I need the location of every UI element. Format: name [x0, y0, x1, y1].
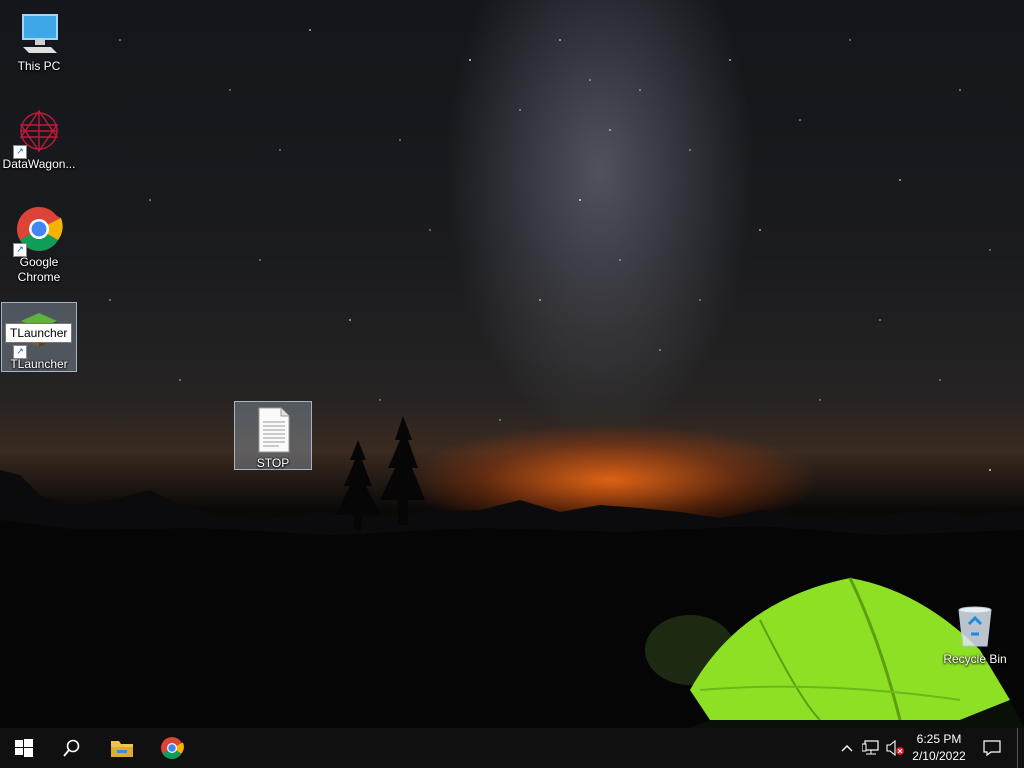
tooltip: TLauncher	[5, 323, 73, 343]
chevron-up-icon	[841, 745, 853, 752]
clock-date: 2/10/2022	[912, 749, 966, 763]
desktop-icon-datawagon[interactable]: ↗ DataWagon...	[1, 103, 77, 173]
volume-button[interactable]	[884, 728, 906, 768]
icon-label: STOP	[256, 456, 290, 470]
clock-time: 6:25 PM	[916, 732, 962, 746]
shortcut-arrow-icon: ↗	[13, 345, 27, 359]
network-button[interactable]	[860, 728, 882, 768]
search-button[interactable]	[48, 728, 96, 768]
shortcut-arrow-icon: ↗	[13, 145, 27, 159]
desktop-wallpaper[interactable]: This PC ↗ DataWagon... ↗ Google Chrome ↗…	[0, 0, 1024, 728]
computer-icon	[15, 9, 63, 57]
search-icon	[63, 739, 80, 757]
shortcut-arrow-icon: ↗	[13, 243, 27, 257]
chrome-taskbar-button[interactable]	[148, 728, 196, 768]
text-document-icon	[249, 406, 297, 454]
windows-logo-icon	[15, 739, 33, 757]
icon-label: Google Chrome	[17, 255, 61, 284]
network-icon	[862, 740, 879, 755]
icon-label: This PC	[17, 59, 61, 73]
chrome-icon: ↗	[13, 205, 63, 257]
desktop-icon-stop-file[interactable]: STOP	[234, 401, 312, 470]
show-desktop-divider[interactable]	[1017, 728, 1018, 768]
file-explorer-icon	[111, 741, 133, 757]
datawagon-icon: ↗	[13, 107, 63, 159]
chrome-icon	[161, 737, 184, 759]
desktop-icon-google-chrome[interactable]: ↗ Google Chrome	[1, 201, 77, 289]
system-clock[interactable]: 6:25 PM 2/10/2022	[904, 731, 974, 765]
wallpaper-art	[0, 29, 1024, 728]
show-hidden-icons-button[interactable]	[838, 728, 856, 768]
file-explorer-button[interactable]	[98, 728, 146, 768]
volume-muted-icon	[886, 740, 904, 756]
action-center-button[interactable]	[980, 728, 1004, 768]
icon-label: TLauncher	[10, 357, 68, 371]
icon-label: DataWagon...	[2, 157, 76, 171]
start-button[interactable]	[0, 728, 48, 768]
icon-label: Recycle Bin	[943, 652, 1007, 666]
desktop-icon-this-pc[interactable]: This PC	[1, 5, 77, 75]
desktop-icon-recycle-bin[interactable]: Recycle Bin	[937, 598, 1013, 668]
taskbar: 6:25 PM 2/10/2022	[0, 728, 1024, 768]
recycle-bin-icon	[951, 602, 999, 650]
action-center-icon	[983, 740, 1001, 756]
